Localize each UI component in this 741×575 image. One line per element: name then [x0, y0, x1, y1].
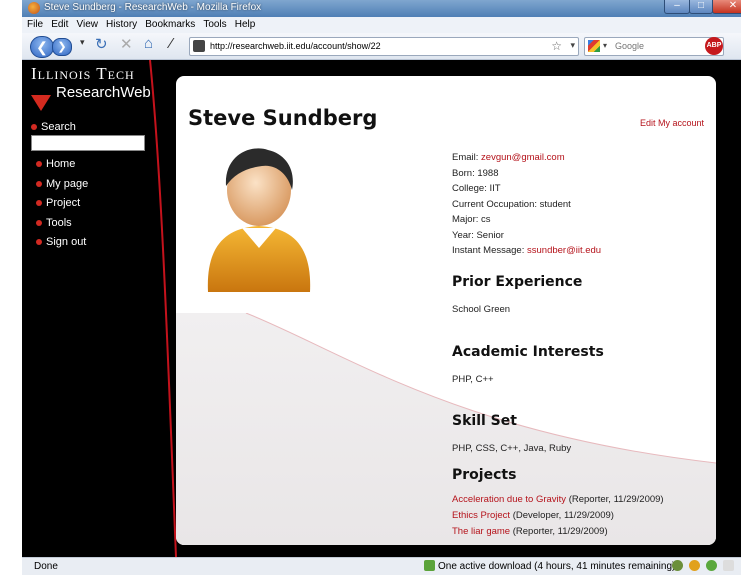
- email-label: Email:: [452, 152, 479, 163]
- addon-icon[interactable]: [672, 560, 683, 571]
- project-meta: (Reporter, 11/29/2009): [566, 494, 664, 505]
- menu-edit[interactable]: Edit: [51, 19, 68, 30]
- sidebar-item-project[interactable]: Project: [36, 197, 88, 217]
- engine-dropdown-icon[interactable]: ▾: [603, 41, 607, 50]
- menu-view[interactable]: View: [76, 19, 98, 30]
- academic-interests-text: PHP, C++: [452, 374, 494, 385]
- project-link[interactable]: Acceleration due to Gravity: [452, 494, 566, 505]
- project-link[interactable]: The liar game: [452, 526, 510, 537]
- menu-file[interactable]: File: [27, 19, 43, 30]
- occupation-row: Current Occupation: student: [452, 198, 571, 210]
- reload-icon[interactable]: ↻: [95, 35, 108, 53]
- status-indicator-icon[interactable]: [706, 560, 717, 571]
- page-info-icon[interactable]: [723, 560, 734, 571]
- project-meta: (Reporter, 11/29/2009): [510, 526, 608, 537]
- menu-help[interactable]: Help: [235, 19, 256, 30]
- sidebar-item-my-page[interactable]: My page: [36, 178, 88, 198]
- brand-illinois-tech[interactable]: Illinois Tech: [31, 64, 135, 84]
- firefox-logo-icon: [28, 2, 40, 14]
- edit-account-link[interactable]: Edit My account: [640, 118, 704, 128]
- born-row: Born: 1988: [452, 167, 499, 179]
- project-meta: (Developer, 11/29/2009): [510, 510, 614, 521]
- page-viewport: Illinois Tech ResearchWeb Search Home My…: [22, 60, 741, 557]
- profile-details: Email: zevgun@gmail.com Born: 1988 Colle…: [452, 150, 601, 259]
- brand-researchweb[interactable]: ResearchWeb: [56, 84, 151, 101]
- project-item: The liar game (Reporter, 11/29/2009): [452, 524, 664, 540]
- email-row: Email: zevgun@gmail.com: [452, 150, 601, 166]
- back-button[interactable]: ❮: [30, 36, 54, 58]
- url-bar[interactable]: ☆ ▾: [189, 37, 579, 56]
- bullet-icon: [36, 161, 42, 168]
- sidebar-item-label: Project: [46, 197, 81, 209]
- web-search-box[interactable]: ▾ ⚲: [584, 37, 724, 56]
- sidebar-item-label: Home: [46, 158, 76, 170]
- site-favicon-icon: [193, 40, 205, 52]
- skill-set-text: PHP, CSS, C++, Java, Ruby: [452, 443, 572, 454]
- bullet-icon: [36, 200, 42, 207]
- sidebar-item-label: Tools: [46, 216, 72, 229]
- search-engine-input[interactable]: [615, 38, 695, 53]
- bullet-icon: [36, 180, 42, 187]
- close-button[interactable]: ✕: [712, 0, 741, 14]
- menu-tools[interactable]: Tools: [203, 19, 226, 30]
- sidebar-item-tools[interactable]: Tools: [36, 217, 88, 237]
- profile-card: Steve Sundberg Edit My account Email: ze…: [176, 76, 716, 545]
- prior-experience-heading: Prior Experience: [452, 274, 583, 290]
- projects-heading: Projects: [452, 467, 517, 483]
- bullet-icon: [31, 124, 37, 131]
- search-label-text: Search: [41, 121, 76, 133]
- feed-icon[interactable]: ⁄: [170, 35, 173, 52]
- window-title: Steve Sundberg - ResearchWeb - Mozilla F…: [44, 2, 262, 13]
- im-row: Instant Message: ssundber@iit.edu: [452, 243, 601, 259]
- google-engine-icon[interactable]: [588, 40, 600, 52]
- status-bar: Done One active download (4 hours, 41 mi…: [22, 557, 741, 575]
- sidebar-item-label: My page: [46, 177, 89, 190]
- download-icon[interactable]: [424, 560, 435, 571]
- im-link[interactable]: ssundber@iit.edu: [527, 245, 601, 256]
- prior-experience-text: School Green: [452, 304, 511, 315]
- email-link[interactable]: zevgun@gmail.com: [481, 152, 565, 163]
- navigation-toolbar: ❮ ❯ ▾ ↻ ✕ ⌂ ⁄ ☆ ▾ ▾ ⚲: [22, 33, 741, 60]
- url-input[interactable]: [210, 38, 530, 53]
- bookmark-star-icon[interactable]: ☆: [551, 39, 562, 53]
- college-row: College: IIT: [452, 183, 501, 194]
- url-dropdown-icon[interactable]: ▾: [570, 40, 575, 51]
- minimize-button[interactable]: –: [664, 0, 690, 14]
- academic-interests-heading: Academic Interests: [452, 344, 604, 360]
- history-dropdown-icon[interactable]: ▾: [80, 37, 85, 48]
- project-link[interactable]: Ethics Project: [452, 510, 510, 521]
- brand-triangle-icon: [31, 95, 51, 111]
- adblock-plus-icon[interactable]: ABP: [705, 37, 723, 55]
- menu-bookmarks[interactable]: Bookmarks: [145, 19, 195, 30]
- im-label: Instant Message:: [452, 245, 525, 256]
- sidebar-item-sign-out[interactable]: Sign out: [36, 236, 88, 256]
- maximize-button[interactable]: □: [689, 0, 713, 14]
- projects-list: Acceleration due to Gravity (Reporter, 1…: [452, 492, 664, 540]
- browser-window: Steve Sundberg - ResearchWeb - Mozilla F…: [0, 0, 741, 575]
- menu-bar: File Edit View History Bookmarks Tools H…: [22, 17, 741, 33]
- sidebar-item-home[interactable]: Home: [36, 158, 88, 178]
- sidebar-search-label: Search: [31, 121, 76, 133]
- sidebar-item-label: Sign out: [46, 236, 87, 248]
- greasemonkey-icon[interactable]: [689, 560, 700, 571]
- home-icon[interactable]: ⌂: [144, 35, 153, 52]
- sidebar-search-input[interactable]: [31, 135, 145, 151]
- major-row: Major: cs: [452, 214, 491, 225]
- bullet-icon: [36, 219, 42, 226]
- stop-icon[interactable]: ✕: [120, 35, 133, 53]
- project-item: Acceleration due to Gravity (Reporter, 1…: [452, 492, 664, 508]
- download-status[interactable]: One active download (4 hours, 41 minutes…: [438, 561, 675, 572]
- sidebar-nav: Home My page Project Tools Sign out: [36, 158, 88, 256]
- user-avatar-icon: [207, 148, 311, 292]
- project-item: Ethics Project (Developer, 11/29/2009): [452, 508, 664, 524]
- profile-name: Steve Sundberg: [188, 106, 378, 130]
- skill-set-heading: Skill Set: [452, 413, 517, 429]
- year-row: Year: Senior: [452, 229, 504, 241]
- title-bar: Steve Sundberg - ResearchWeb - Mozilla F…: [22, 0, 741, 17]
- forward-button[interactable]: ❯: [52, 38, 72, 56]
- menu-history[interactable]: History: [106, 19, 137, 30]
- status-text: Done: [34, 561, 58, 572]
- bullet-icon: [36, 239, 42, 246]
